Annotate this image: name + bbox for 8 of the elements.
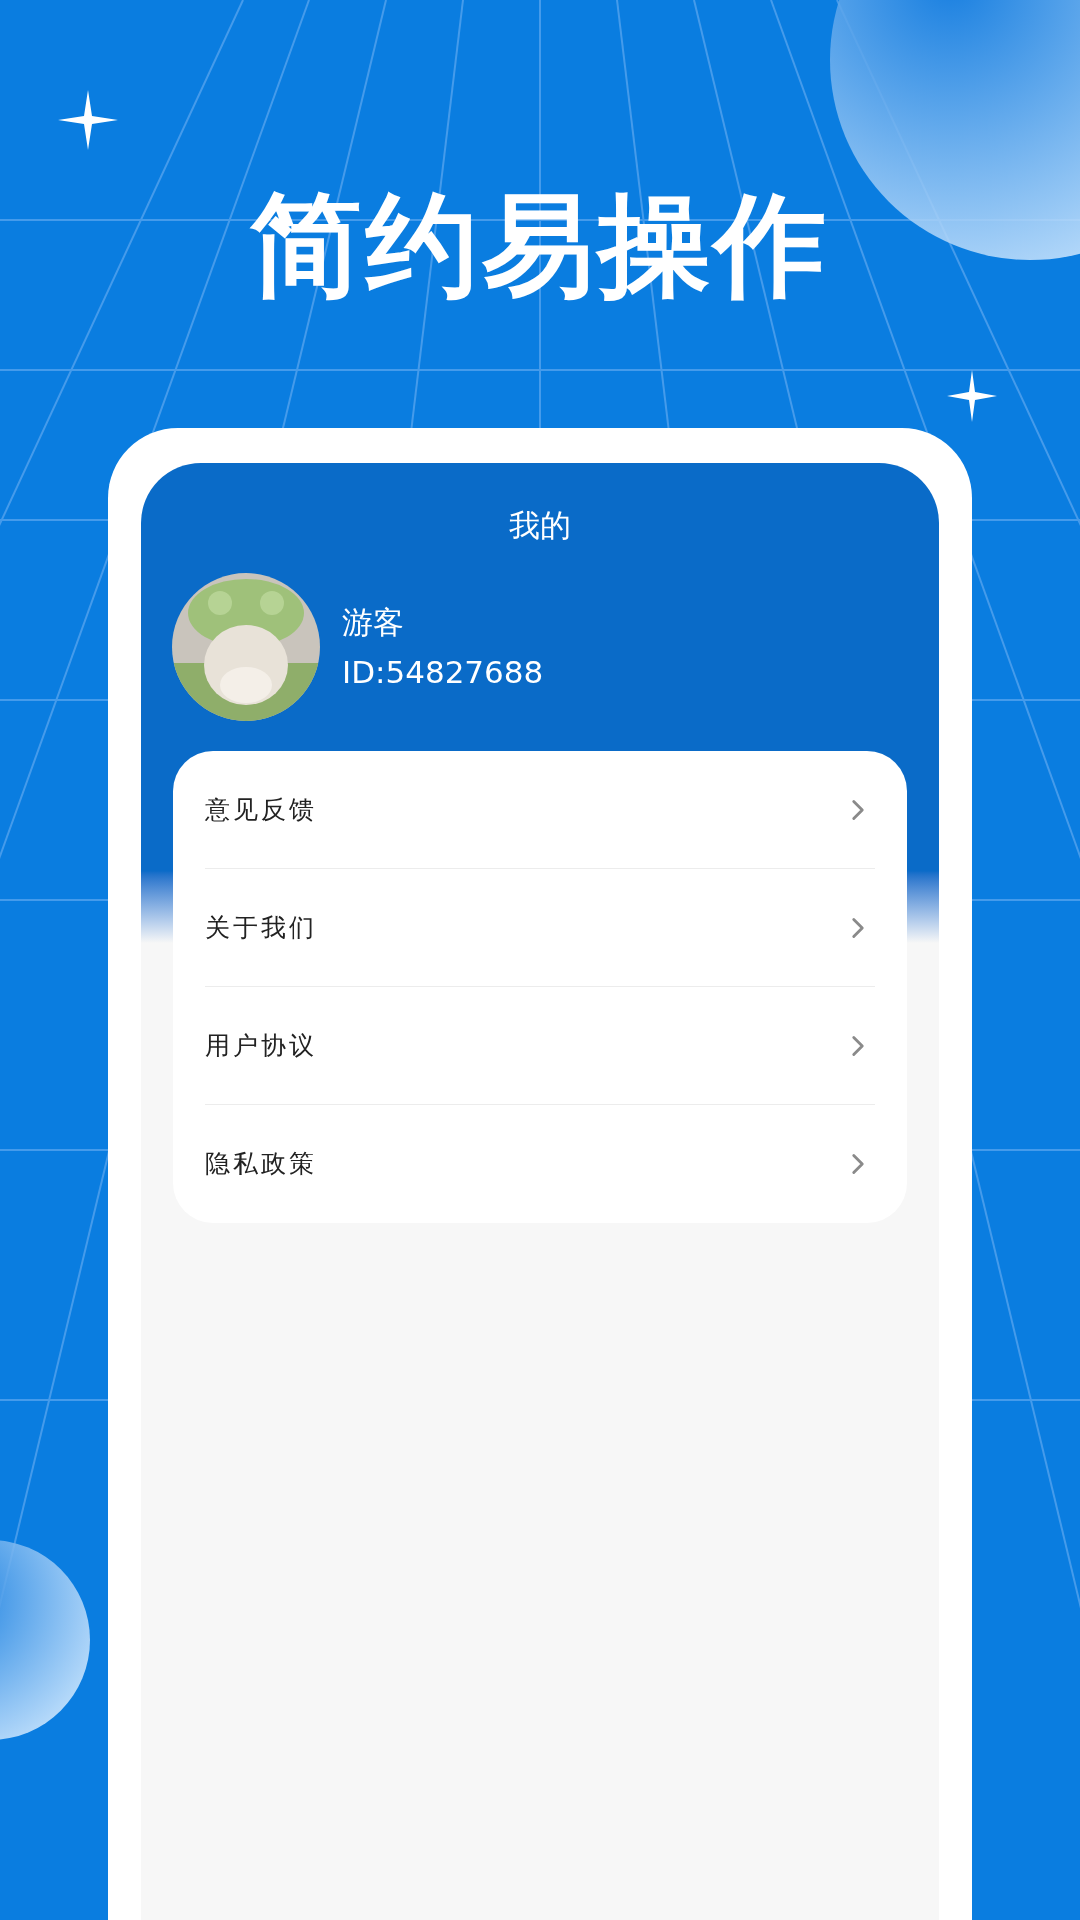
headline: 简约易操作 — [250, 179, 830, 312]
menu-item[interactable]: 意见反馈 — [205, 751, 875, 869]
user-name: 游客 — [342, 603, 405, 642]
menu-item[interactable]: 关于我们 — [205, 869, 875, 987]
menu-item[interactable]: 用户协议 — [205, 987, 875, 1105]
user-id: ID:54827688 — [342, 653, 544, 692]
page-title: 我的 — [509, 506, 571, 545]
menu-item[interactable]: 隐私政策 — [205, 1105, 875, 1223]
